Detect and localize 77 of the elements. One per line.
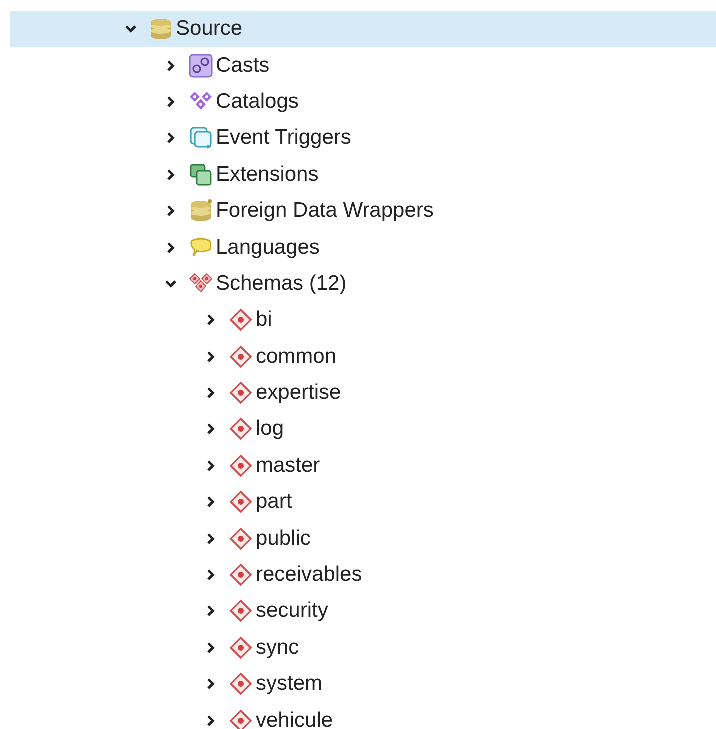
chevron-icon[interactable] bbox=[125, 23, 137, 36]
tree-item-label[interactable]: public bbox=[256, 526, 311, 551]
tree-row[interactable]: Extensions bbox=[10, 156, 716, 193]
tree-item-label[interactable]: bi bbox=[256, 308, 272, 332]
tree-item-label[interactable]: expertise bbox=[256, 381, 342, 406]
tree-item-label[interactable]: master bbox=[256, 454, 320, 478]
diamond-icon bbox=[229, 454, 253, 478]
chevron-icon[interactable] bbox=[165, 96, 177, 108]
tree-row[interactable]: Languages bbox=[10, 229, 716, 266]
chevron-icon[interactable] bbox=[205, 496, 217, 508]
tree-row[interactable]: part bbox=[10, 484, 716, 520]
chevron-icon[interactable] bbox=[205, 569, 217, 582]
chevron-icon[interactable] bbox=[205, 423, 217, 436]
cast-icon bbox=[189, 54, 213, 78]
tree-item-label[interactable]: Languages bbox=[216, 236, 320, 260]
tree-row[interactable]: vehicule bbox=[10, 702, 716, 729]
tree-item-label[interactable]: Schemas (12) bbox=[216, 272, 347, 296]
tree-item-label[interactable]: common bbox=[256, 344, 337, 369]
extension-icon bbox=[189, 162, 213, 187]
chevron-icon[interactable] bbox=[205, 387, 217, 400]
tree-row[interactable]: master bbox=[10, 448, 716, 484]
chevron-icon[interactable] bbox=[205, 460, 217, 472]
tree-item-label[interactable]: part bbox=[256, 490, 292, 514]
diamond-icon bbox=[229, 344, 253, 369]
diamond-icon bbox=[229, 636, 253, 660]
tree-row[interactable]: system bbox=[10, 666, 716, 702]
chevron-icon[interactable] bbox=[205, 605, 217, 618]
chevron-icon[interactable] bbox=[165, 278, 177, 290]
tree-item-label[interactable]: log bbox=[256, 417, 284, 442]
tree-row[interactable]: Catalogs bbox=[10, 84, 716, 120]
tree-item-label[interactable]: Casts bbox=[216, 54, 270, 78]
chevron-icon[interactable] bbox=[165, 132, 177, 144]
diamond-icon bbox=[229, 381, 253, 406]
chevron-icon[interactable] bbox=[205, 314, 217, 326]
database-icon bbox=[149, 17, 173, 42]
diamond-icon bbox=[229, 526, 253, 551]
chevron-icon[interactable] bbox=[165, 205, 177, 218]
trigger-icon bbox=[189, 126, 213, 150]
tree-row[interactable]: receivables bbox=[10, 556, 716, 594]
tree-item-label[interactable]: security bbox=[256, 599, 328, 624]
tree-row[interactable]: Schemas (12) bbox=[10, 266, 716, 302]
tree-row[interactable]: security bbox=[10, 593, 716, 630]
diamond-icon bbox=[229, 708, 253, 729]
tree-item-label[interactable]: Catalogs bbox=[216, 90, 299, 114]
diamond-icon bbox=[229, 563, 253, 588]
chevron-icon[interactable] bbox=[205, 532, 217, 545]
tree-row[interactable]: Casts bbox=[10, 47, 716, 84]
tree-item-label[interactable]: vehicule bbox=[256, 708, 334, 729]
tree-row[interactable]: expertise bbox=[10, 374, 716, 412]
diamond-icon bbox=[229, 672, 253, 696]
database-icon bbox=[189, 199, 213, 224]
diamond-icon bbox=[229, 599, 253, 624]
tree-row[interactable]: sync bbox=[10, 630, 716, 666]
tree-item-label[interactable]: Source bbox=[176, 17, 243, 42]
chevron-icon[interactable] bbox=[165, 60, 177, 72]
chevron-icon[interactable] bbox=[205, 350, 217, 363]
tree-row[interactable]: Foreign Data Wrappers bbox=[10, 192, 716, 230]
tree-row[interactable]: log bbox=[10, 411, 716, 448]
chevron-icon[interactable] bbox=[205, 714, 217, 727]
tree-item-label[interactable]: Extensions bbox=[216, 162, 319, 187]
diamond-icon bbox=[229, 308, 253, 332]
chevron-icon[interactable] bbox=[165, 242, 177, 254]
selected-tree-row[interactable]: Source bbox=[10, 11, 716, 48]
diamond-icon bbox=[229, 417, 253, 442]
tree-row[interactable]: bi bbox=[10, 302, 716, 339]
tree-item-label[interactable]: Foreign Data Wrappers bbox=[216, 199, 434, 224]
tree-item-label[interactable]: system bbox=[256, 672, 323, 696]
tree-item-label[interactable]: sync bbox=[256, 636, 300, 660]
tree-row[interactable]: public bbox=[10, 520, 716, 557]
diamond-icon bbox=[229, 490, 253, 514]
chevron-icon[interactable] bbox=[205, 642, 217, 654]
chevron-icon[interactable] bbox=[165, 168, 177, 181]
tree-item-label[interactable]: Event Triggers bbox=[216, 126, 352, 150]
tree-row[interactable]: common bbox=[10, 338, 716, 375]
tree-item-label[interactable]: receivables bbox=[256, 563, 362, 588]
tree-row[interactable]: Event Triggers bbox=[10, 120, 716, 157]
chevron-icon[interactable] bbox=[205, 678, 217, 690]
